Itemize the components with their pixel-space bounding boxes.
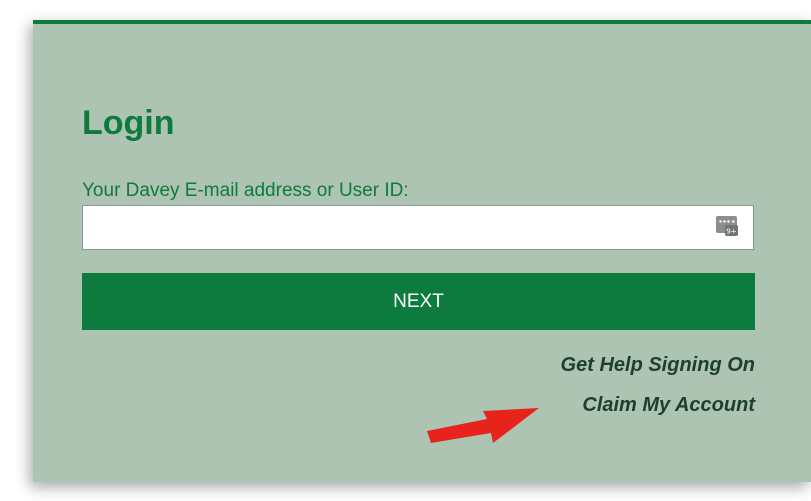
email-field-label: Your Davey E-mail address or User ID:: [82, 180, 409, 201]
claim-my-account-link[interactable]: Claim My Account: [582, 394, 755, 417]
panel-top-accent-bar: [33, 20, 811, 24]
svg-text:9+: 9+: [726, 228, 736, 236]
page-title: Login: [82, 104, 175, 142]
red-arrow-icon: [427, 408, 539, 443]
email-field[interactable]: [82, 205, 754, 250]
autofill-icon[interactable]: 9+: [715, 215, 739, 237]
login-panel: Login Your Davey E-mail address or User …: [33, 20, 811, 482]
get-help-signing-on-link[interactable]: Get Help Signing On: [561, 354, 755, 377]
next-button[interactable]: NEXT: [82, 273, 755, 330]
